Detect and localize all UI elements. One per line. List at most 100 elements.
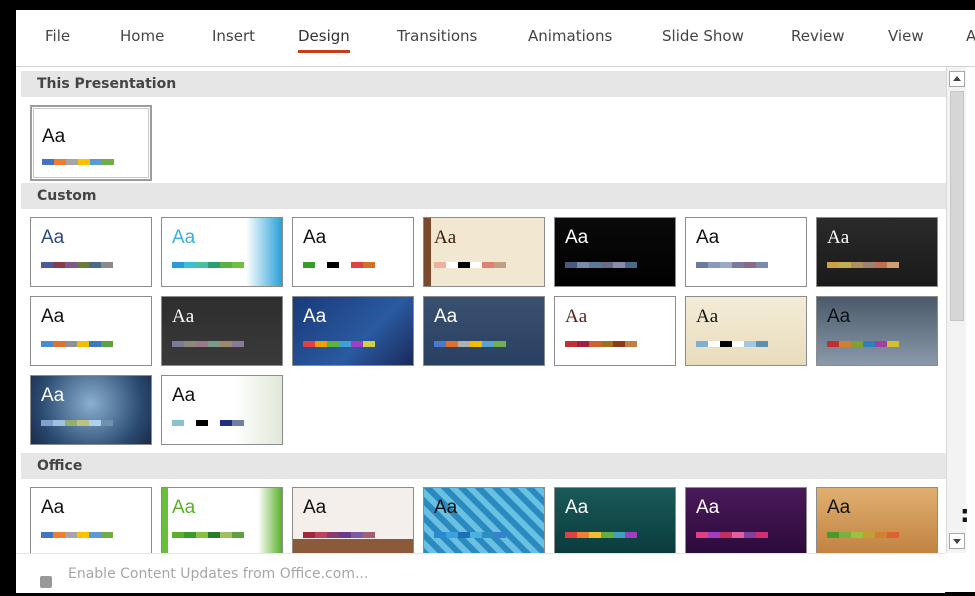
theme-color-swatch <box>315 262 327 268</box>
theme-color-swatch <box>220 262 232 268</box>
custom-theme-5[interactable]: Aa <box>554 217 676 287</box>
theme-color-swatch <box>196 420 208 426</box>
theme-color-swatches <box>696 341 768 347</box>
theme-glyph: Aa <box>41 306 65 327</box>
office-theme-3[interactable]: Aa <box>292 487 414 557</box>
theme-color-swatch <box>339 262 351 268</box>
theme-color-swatch <box>351 532 363 538</box>
theme-color-swatch <box>577 532 589 538</box>
tab-file[interactable]: File <box>45 27 70 45</box>
theme-current[interactable]: Aa <box>30 105 152 181</box>
theme-color-swatch <box>470 532 482 538</box>
theme-glyph: Aa <box>696 227 720 248</box>
custom-theme-3[interactable]: Aa <box>292 217 414 287</box>
enable-content-updates-link[interactable]: Enable Content Updates from Office.com..… <box>68 566 368 582</box>
theme-color-swatch <box>494 532 506 538</box>
custom-theme-7[interactable]: Aa <box>816 217 938 287</box>
tab-home[interactable]: Home <box>120 27 164 45</box>
custom-theme-15[interactable]: Aa <box>30 375 152 445</box>
custom-theme-8[interactable]: Aa <box>30 296 152 366</box>
tab-view[interactable]: View <box>888 27 924 45</box>
custom-theme-1[interactable]: Aa <box>30 217 152 287</box>
theme-color-swatch <box>601 262 613 268</box>
theme-color-swatch <box>41 262 53 268</box>
tab-slide-show[interactable]: Slide Show <box>662 27 744 45</box>
theme-color-swatch <box>446 532 458 538</box>
theme-color-swatch <box>339 341 351 347</box>
theme-color-swatch <box>577 341 589 347</box>
theme-color-swatch <box>625 262 637 268</box>
custom-theme-9[interactable]: Aa <box>161 296 283 366</box>
theme-color-swatch <box>220 420 232 426</box>
scroll-down-button[interactable] <box>949 533 965 549</box>
custom-theme-12[interactable]: Aa <box>554 296 676 366</box>
theme-glyph: Aa <box>696 306 719 327</box>
theme-color-swatch <box>196 532 208 538</box>
custom-theme-4[interactable]: Aa <box>423 217 545 287</box>
office-theme-4[interactable]: Aa <box>423 487 545 557</box>
theme-glyph: Aa <box>303 497 327 518</box>
theme-color-swatch <box>172 341 184 347</box>
theme-color-swatch <box>744 262 756 268</box>
theme-color-swatch <box>696 341 708 347</box>
theme-color-swatch <box>565 532 577 538</box>
theme-color-swatch <box>589 341 601 347</box>
theme-color-swatches <box>172 532 244 538</box>
theme-color-swatch <box>101 341 113 347</box>
theme-color-swatches <box>565 532 637 538</box>
custom-theme-10[interactable]: Aa <box>292 296 414 366</box>
office-theme-5[interactable]: Aa <box>554 487 676 557</box>
theme-color-swatch <box>78 159 90 165</box>
tab-transitions[interactable]: Transitions <box>397 27 477 45</box>
tab-review[interactable]: Review <box>791 27 845 45</box>
theme-color-swatch <box>732 532 744 538</box>
theme-color-swatch <box>339 532 351 538</box>
tab-animations[interactable]: Animations <box>528 27 612 45</box>
gallery-scrollbar[interactable] <box>946 67 966 553</box>
theme-color-swatch <box>613 532 625 538</box>
tab-insert[interactable]: Insert <box>212 27 255 45</box>
custom-theme-6[interactable]: Aa <box>685 217 807 287</box>
theme-color-swatch <box>613 341 625 347</box>
theme-color-swatch <box>208 262 220 268</box>
office-theme-2[interactable]: Aa <box>161 487 283 557</box>
tab-design[interactable]: Design <box>298 27 350 53</box>
scroll-thumb[interactable] <box>950 91 964 321</box>
custom-theme-13[interactable]: Aa <box>685 296 807 366</box>
theme-color-swatch <box>482 341 494 347</box>
theme-color-swatch <box>458 262 470 268</box>
theme-color-swatch <box>53 341 65 347</box>
theme-color-swatches <box>696 262 768 268</box>
theme-color-swatch <box>589 262 601 268</box>
theme-color-swatches <box>172 420 244 426</box>
theme-color-swatch <box>744 341 756 347</box>
custom-theme-11[interactable]: Aa <box>423 296 545 366</box>
theme-color-swatch <box>827 341 839 347</box>
theme-glyph: Aa <box>827 227 850 248</box>
tab-truncated[interactable]: A <box>966 27 975 45</box>
office-theme-7[interactable]: Aa <box>816 487 938 557</box>
theme-color-swatch <box>363 262 375 268</box>
office-theme-1[interactable]: Aa <box>30 487 152 557</box>
theme-color-swatch <box>232 262 244 268</box>
theme-glyph: Aa <box>434 227 457 248</box>
theme-color-swatch <box>565 341 577 347</box>
theme-color-swatch <box>732 262 744 268</box>
theme-color-swatch <box>887 341 899 347</box>
theme-color-swatch <box>875 262 887 268</box>
theme-color-swatch <box>77 341 89 347</box>
theme-color-swatch <box>708 341 720 347</box>
theme-color-swatch <box>65 341 77 347</box>
theme-color-swatch <box>839 262 851 268</box>
theme-color-swatch <box>184 262 196 268</box>
office-theme-6[interactable]: Aa <box>685 487 807 557</box>
theme-color-swatch <box>696 532 708 538</box>
custom-theme-16[interactable]: Aa <box>161 375 283 445</box>
theme-color-swatch <box>875 532 887 538</box>
theme-color-swatches <box>434 532 506 538</box>
scroll-up-button[interactable] <box>949 71 965 87</box>
custom-theme-14[interactable]: Aa <box>816 296 938 366</box>
theme-color-swatch <box>208 532 220 538</box>
theme-color-swatch <box>625 532 637 538</box>
custom-theme-2[interactable]: Aa <box>161 217 283 287</box>
